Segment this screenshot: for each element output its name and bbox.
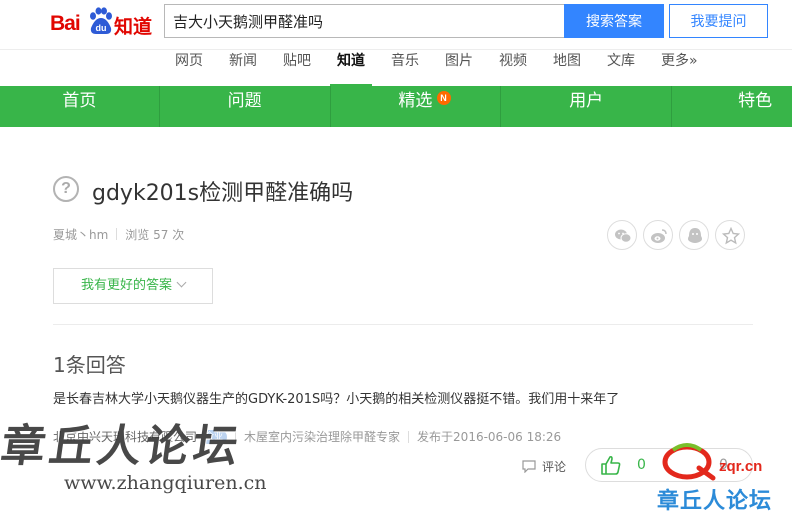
watermark-url: www.zhangqiuren.cn — [64, 472, 267, 494]
forum-watermark-left: 章丘人论坛 www.zhangqiuren.cn — [0, 410, 300, 512]
nav-item-more[interactable]: 更多» — [654, 50, 705, 86]
meta-separator — [408, 430, 410, 443]
tab-special-label: 特色 — [738, 91, 773, 111]
nav-item-images[interactable]: 图片 — [438, 50, 480, 86]
chevron-down-icon — [176, 277, 187, 288]
qq-icon — [688, 228, 702, 243]
meta-separator — [116, 228, 118, 240]
favorite-button[interactable] — [715, 220, 745, 250]
answer-publish-time: 发布于2016-06-06 18:26 — [417, 430, 562, 444]
answer-text: 是长春吉林大学小天鹅仪器生产的GDYK-201S吗？小天鹅的相关检测仪器挺不错。… — [53, 392, 620, 407]
nav-item-video[interactable]: 视频 — [492, 50, 534, 86]
category-bar: 首页 问题 精选 N 用户 特色 — [0, 86, 792, 127]
question-title: gdyk201s检测甲醛准确吗 — [92, 181, 354, 206]
tab-featured-label: 精选 — [398, 91, 433, 111]
comment-icon — [522, 460, 536, 473]
watermark-calligraphy: 章丘人论坛 — [0, 421, 245, 472]
weibo-icon — [651, 229, 667, 243]
favorite-star-icon — [722, 227, 740, 245]
zhidao-page: Bai du 知道 搜索答案 我要提问 网页 新闻 贴吧 知道 音乐 图片 视频… — [0, 0, 792, 512]
tab-home[interactable]: 首页 — [0, 86, 160, 127]
forum-logo-ring-icon — [662, 443, 716, 481]
better-answer-label: 我有更好的答案 — [80, 278, 172, 293]
share-weibo-button[interactable] — [643, 220, 673, 250]
nav-item-zhidao[interactable]: 知道 — [330, 50, 372, 86]
logo-zhidao-text: 知道 — [114, 16, 153, 38]
tab-users[interactable]: 用户 — [501, 86, 673, 127]
forum-watermark-right: zqr.cn 章丘人论坛 — [655, 440, 792, 512]
nav-item-tieba[interactable]: 贴吧 — [276, 50, 318, 86]
new-badge: N — [436, 91, 451, 105]
ask-question-button[interactable]: 我要提问 — [669, 4, 768, 38]
like-count: 0 — [637, 457, 646, 473]
watermark-domain: zqr.cn — [719, 458, 763, 475]
question-author[interactable]: 夏城丶hm — [53, 226, 108, 243]
watermark-forum-name: 章丘人论坛 — [657, 489, 773, 512]
comment-label: 评论 — [542, 460, 567, 474]
search-input[interactable] — [165, 5, 565, 37]
nav-item-news[interactable]: 新闻 — [222, 50, 264, 86]
share-qq-button[interactable] — [679, 220, 709, 250]
share-wechat-button[interactable] — [607, 220, 637, 250]
tab-users-label: 用户 — [569, 91, 604, 111]
thumbs-up-icon[interactable] — [600, 455, 622, 475]
tab-questions-label: 问题 — [227, 91, 262, 111]
logo-bai-text: Bai — [50, 12, 81, 35]
wechat-icon — [615, 229, 632, 243]
nav-item-web[interactable]: 网页 — [168, 50, 210, 86]
nav-item-wenku[interactable]: 文库 — [600, 50, 642, 86]
question-mark-icon: ? — [53, 176, 79, 202]
question-meta: 夏城丶hm 浏览 57 次 — [53, 226, 184, 243]
answer-count: 1条回答 — [53, 353, 126, 377]
comment-button[interactable]: 评论 — [522, 458, 566, 475]
tab-special[interactable]: 特色 — [672, 86, 792, 127]
baidu-zhidao-logo[interactable]: Bai du 知道 — [50, 4, 158, 40]
better-answer-button[interactable]: 我有更好的答案 — [53, 268, 213, 304]
baidu-paw-icon: du — [90, 7, 112, 34]
nav-item-map[interactable]: 地图 — [546, 50, 588, 86]
search-answers-button[interactable]: 搜索答案 — [564, 4, 664, 38]
tab-featured[interactable]: 精选 N — [331, 86, 502, 127]
nav-item-music[interactable]: 音乐 — [384, 50, 426, 86]
tab-home-label: 首页 — [62, 91, 97, 111]
top-nav: 网页 新闻 贴吧 知道 音乐 图片 视频 地图 文库 更多» — [168, 50, 717, 86]
tab-questions[interactable]: 问题 — [160, 86, 331, 127]
question-views: 浏览 57 次 — [125, 228, 185, 242]
section-divider — [53, 324, 753, 325]
logo-du-text: du — [96, 23, 107, 33]
search-box — [164, 4, 565, 38]
